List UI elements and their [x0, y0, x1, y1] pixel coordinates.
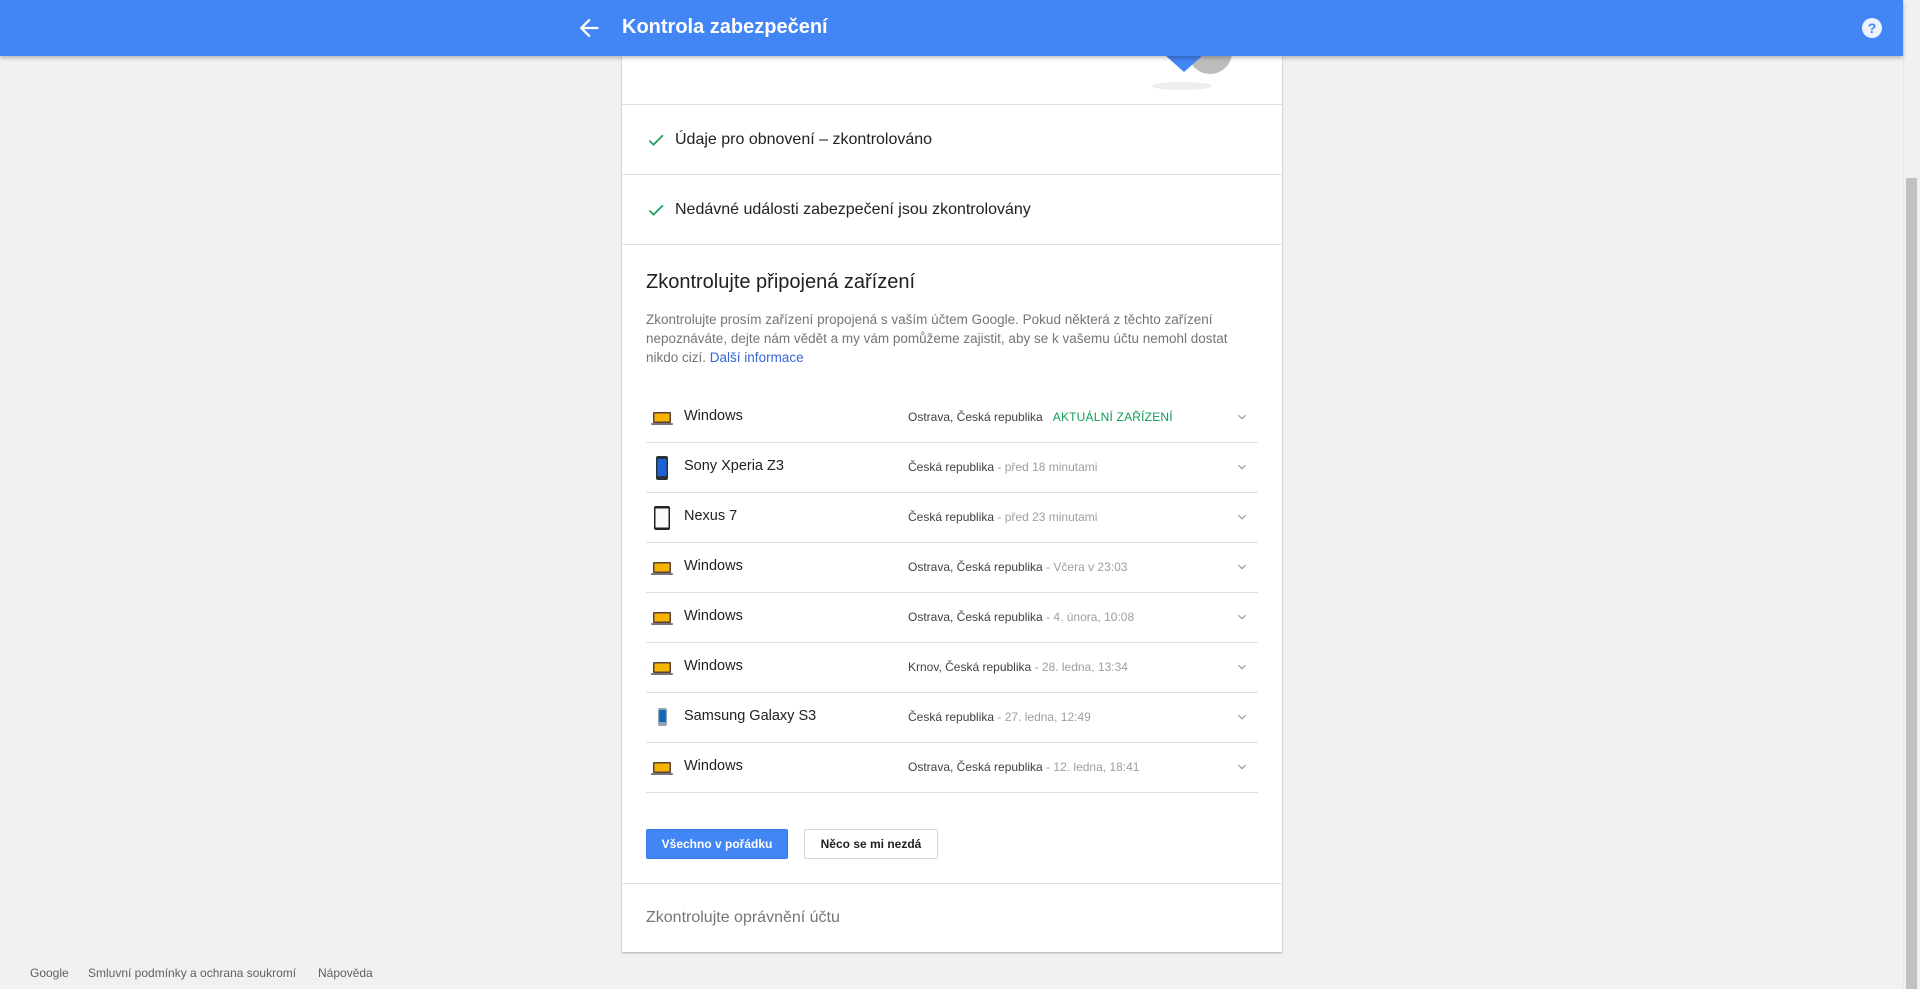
device-name: Sony Xperia Z3 [684, 458, 784, 474]
device-last-activity: před 23 minutami [1004, 510, 1098, 524]
device-meta-separator: - [994, 460, 1005, 474]
device-location: Ostrava, Česká republika [908, 560, 1043, 574]
chevron-down-icon[interactable] [1234, 409, 1250, 425]
device-meta-separator: - [1042, 760, 1054, 774]
back-arrow-icon[interactable] [575, 14, 603, 42]
security-events-check[interactable]: Nedávné události zabezpečení jsou zkontr… [646, 198, 1031, 222]
device-last-activity: 28. ledna, 13:34 [1041, 660, 1128, 674]
device-meta: Česká republika - před 18 minutami [908, 460, 1107, 474]
shield-illustration-icon [1124, 56, 1244, 96]
phone-blue-icon [650, 455, 674, 481]
device-meta: Ostrava, Česká republika AKTUÁLNÍ ZAŘÍZEN… [908, 410, 1173, 424]
divider [622, 244, 1282, 245]
device-last-activity: před 18 minutami [1004, 460, 1098, 474]
app-bar: Kontrola zabezpečení ? [0, 0, 1903, 56]
device-meta: Ostrava, Česká republika - 4. února, 10:… [908, 610, 1144, 624]
all-ok-button[interactable]: Všechno v pořádku [646, 829, 788, 859]
divider [622, 883, 1282, 884]
laptop-icon [650, 555, 674, 581]
device-name: Windows [684, 408, 743, 424]
current-device-badge: AKTUÁLNÍ ZAŘÍZENÍ [1052, 410, 1173, 424]
device-name: Samsung Galaxy S3 [684, 708, 817, 724]
device-name: Windows [684, 758, 743, 774]
device-list: Windows Ostrava, Česká republika AKTUÁLNÍ … [646, 393, 1258, 793]
device-name: Windows [684, 558, 743, 574]
section-description: Zkontrolujte prosím zařízení propojená s… [646, 310, 1258, 367]
scrollbar-thumb[interactable] [1906, 178, 1917, 989]
laptop-icon [650, 605, 674, 631]
device-meta: Česká republika - před 23 minutami [908, 510, 1107, 524]
section-title: Zkontrolujte připojená zařízení [646, 271, 916, 293]
device-name: Windows [684, 608, 743, 624]
device-row[interactable]: Windows Ostrava, Česká republika - 12. le… [646, 743, 1258, 793]
something-wrong-button[interactable]: Něco se mi nezdá [804, 829, 938, 859]
device-location: Ostrava, Česká republika [908, 760, 1043, 774]
device-location: Česká republika [908, 460, 995, 474]
more-info-link[interactable]: Další informace [710, 350, 804, 365]
device-last-activity: 4. února, 10:08 [1053, 610, 1135, 624]
chevron-down-icon[interactable] [1234, 459, 1250, 475]
footer-link-terms[interactable]: Smluvní podmínky a ochrana soukromí [88, 966, 296, 980]
device-row[interactable]: Windows Ostrava, Česká republika - 4. úno… [646, 593, 1258, 643]
device-location: Ostrava, Česká republika [908, 410, 1043, 424]
recovery-info-check[interactable]: Údaje pro obnovení – zkontrolováno [646, 128, 932, 152]
device-row[interactable]: Samsung Galaxy S3 Česká republika - 27. l… [646, 693, 1258, 743]
device-meta-separator: - [994, 510, 1005, 524]
device-meta-separator: - [1031, 660, 1042, 674]
device-row[interactable]: Nexus 7 Česká republika - před 23 minutam… [646, 493, 1258, 543]
check-icon [648, 204, 664, 216]
help-icon[interactable]: ? [1860, 16, 1884, 40]
laptop-icon [650, 655, 674, 681]
chevron-down-icon[interactable] [1234, 609, 1250, 625]
device-meta: Ostrava, Česká republika - 12. ledna, 18… [908, 760, 1149, 774]
device-location: Česká republika [908, 510, 995, 524]
chevron-down-icon[interactable] [1234, 559, 1250, 575]
footer-link-google[interactable]: Google [30, 966, 69, 980]
divider [622, 104, 1282, 105]
chevron-down-icon[interactable] [1234, 509, 1250, 525]
footer-link-help[interactable]: Nápověda [318, 966, 373, 980]
chevron-down-icon[interactable] [1234, 659, 1250, 675]
device-meta: Česká republika - 27. ledna, 12:49 [908, 710, 1101, 724]
device-location: Krnov, Česká republika [908, 660, 1032, 674]
svg-text:?: ? [1868, 20, 1877, 36]
device-location: Česká republika [908, 710, 995, 724]
device-row[interactable]: Windows Krnov, Česká republika - 28. ledn… [646, 643, 1258, 693]
device-row[interactable]: Windows Ostrava, Česká republika - Včera … [646, 543, 1258, 593]
device-row[interactable]: Sony Xperia Z3 Česká republika - před 18 … [646, 443, 1258, 493]
chevron-down-icon[interactable] [1234, 759, 1250, 775]
device-meta: Krnov, Česká republika - 28. ledna, 13:3… [908, 660, 1138, 674]
device-meta-separator: - [994, 710, 1005, 724]
laptop-icon [650, 405, 674, 431]
tablet-icon [650, 505, 674, 531]
check-icon [648, 134, 664, 146]
device-name: Windows [684, 658, 743, 674]
device-name: Nexus 7 [684, 508, 738, 524]
device-last-activity: Včera v 23:03 [1053, 560, 1128, 574]
phone-samsung-icon [650, 705, 674, 731]
device-row[interactable]: Windows Ostrava, Česká republika AKTUÁLNÍ … [646, 393, 1258, 443]
account-permissions-link[interactable]: Zkontrolujte oprávnění účtu [646, 909, 840, 927]
page-title: Kontrola zabezpečení [622, 16, 828, 38]
device-meta-separator: - [1042, 610, 1054, 624]
laptop-icon [650, 755, 674, 781]
check-label: Nedávné události zabezpečení jsou zkontr… [675, 201, 1031, 218]
device-last-activity: 12. ledna, 18:41 [1053, 760, 1140, 774]
divider [622, 174, 1282, 175]
device-location: Ostrava, Česká republika [908, 610, 1043, 624]
device-meta-separator: - [1042, 560, 1054, 574]
device-last-activity: 27. ledna, 12:49 [1004, 710, 1091, 724]
device-meta: Ostrava, Česká republika - Včera v 23:03 [908, 560, 1137, 574]
chevron-down-icon[interactable] [1234, 709, 1250, 725]
check-label: Údaje pro obnovení – zkontrolováno [675, 131, 933, 148]
security-checkup-card: Údaje pro obnovení – zkontrolováno Nedáv… [622, 56, 1282, 952]
